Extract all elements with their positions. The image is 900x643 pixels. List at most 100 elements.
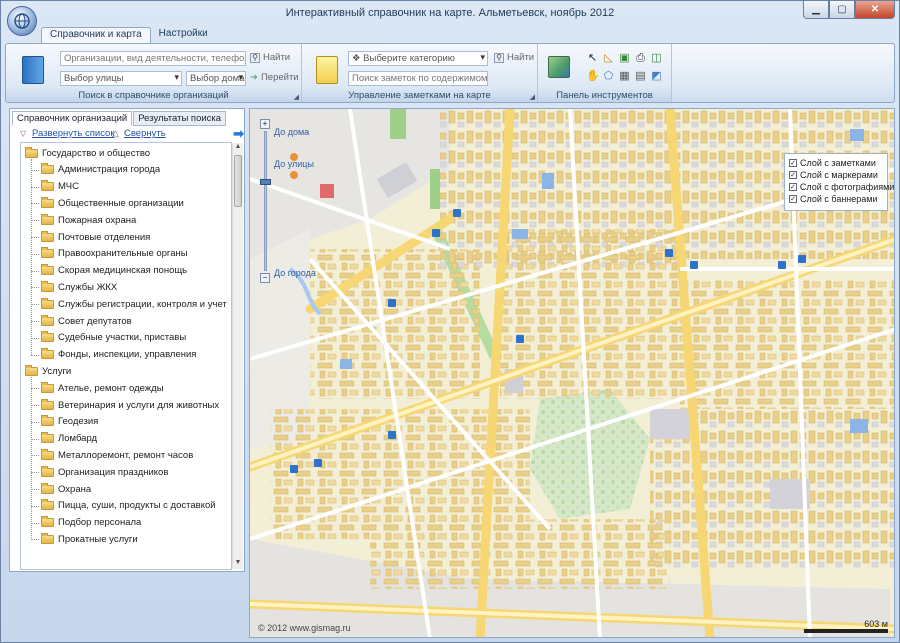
zoom-to-house-link[interactable]: До дома (274, 127, 309, 137)
scroll-down-icon[interactable]: ▼ (233, 559, 243, 569)
zoom-out-icon[interactable]: − (260, 273, 270, 283)
image-icon[interactable]: ▣ (618, 52, 631, 65)
directory-book-icon[interactable] (22, 56, 44, 84)
zoom-in-icon[interactable]: + (260, 119, 270, 129)
folder-icon (41, 499, 54, 511)
layer-panel: ✓ Слой с заметками ✓ Слой с маркерами ✓ Сло… (784, 153, 894, 211)
tree-connector (31, 270, 39, 272)
tree-item[interactable]: Судебные участки, приставы (41, 330, 186, 346)
find-notes-button[interactable]: ⚲ Найти (494, 52, 534, 63)
arrow-right-icon[interactable]: ➡ (233, 126, 244, 142)
tree-connector (31, 169, 39, 171)
map-layers-icon[interactable] (548, 56, 570, 78)
tree-item[interactable]: Общественные организации (41, 195, 184, 211)
ribbon-tabs: Справочник и карта Настройки (41, 27, 216, 43)
layer-markers-toggle[interactable]: ✓ Слой с маркерами (789, 169, 883, 181)
tree-scrollbar[interactable]: ▲ ▼ (232, 143, 243, 569)
tree-item[interactable]: МЧС (41, 179, 79, 195)
tab-org-directory[interactable]: Справочник организаций (12, 111, 133, 126)
scroll-thumb[interactable] (234, 155, 242, 207)
tree-item[interactable]: Совет депутатов (41, 313, 132, 329)
layer-banners-toggle[interactable]: ✓ Слой с баннерами (789, 193, 883, 205)
checkbox-icon[interactable]: ✓ (789, 195, 797, 203)
house-select[interactable]: Выбор дома (186, 71, 246, 86)
category-select[interactable]: ❖ Выберите категорию (348, 51, 488, 66)
expand-icon: ▽ (20, 129, 27, 138)
street-select[interactable]: Выбор улицы (60, 71, 182, 86)
tree-item[interactable]: Администрация города (41, 162, 160, 178)
collapse-link[interactable]: Свернуть (124, 128, 166, 139)
pan-hand-icon[interactable]: ✋ (586, 70, 600, 83)
table-icon[interactable]: ▤ (634, 70, 647, 83)
folder-icon (41, 532, 54, 544)
tree-item[interactable]: Службы ЖКХ (41, 279, 117, 295)
app-menu-button[interactable] (7, 6, 37, 36)
zoom-to-street-link[interactable]: До улицы (274, 159, 314, 169)
checkbox-icon[interactable]: ✓ (789, 171, 797, 179)
area-icon[interactable]: ⬠ (602, 70, 615, 83)
export-icon[interactable]: ◫ (650, 52, 663, 65)
tab-search-results[interactable]: Результаты поиска (133, 111, 227, 126)
expand-list-link[interactable]: Развернуть список (32, 128, 115, 139)
folder-icon (41, 348, 54, 360)
notes-icon[interactable] (316, 56, 338, 84)
dialog-launcher-icon[interactable]: ◢ (530, 93, 535, 101)
print-icon[interactable]: ⎙ (634, 52, 647, 65)
layer-notes-toggle[interactable]: ✓ Слой с заметками (789, 157, 883, 169)
tree-connector (31, 321, 39, 322)
zoom-slider-track[interactable] (264, 131, 267, 271)
tree-connector (31, 304, 39, 306)
grid-icon[interactable]: ▦ (618, 70, 631, 83)
tree-connector (31, 489, 39, 490)
folder-icon (41, 432, 54, 444)
tree-item[interactable]: Фонды, инспекции, управления (41, 347, 196, 363)
tree-item[interactable]: Подбор персонала (41, 515, 141, 531)
minimize-button[interactable]: ▁ (803, 1, 829, 19)
tree-item[interactable]: Металлоремонт, ремонт часов (41, 447, 193, 463)
tree-item[interactable]: Ломбард (41, 431, 97, 447)
folder-icon (41, 213, 54, 225)
tree-item[interactable]: Скорая медицинская понощь (41, 263, 187, 279)
tree-category[interactable]: Государство и общество (25, 145, 150, 161)
folder-icon (41, 280, 54, 292)
tree-item[interactable]: Пицца, суши, продукты с доставкой (41, 498, 216, 514)
search-icon: ⚲ (494, 52, 504, 63)
tree-item[interactable]: Службы регистрации, контроля и учет (41, 296, 227, 312)
directory-panel: Справочник организаций Результаты поиска… (9, 108, 245, 572)
tree-item[interactable]: Ветеринария и услуги для животных (41, 397, 219, 413)
tab-settings[interactable]: Настройки (151, 27, 216, 43)
checkbox-icon[interactable]: ✓ (789, 183, 797, 191)
tree-item[interactable]: Организация праздников (41, 464, 168, 480)
maximize-button[interactable]: ▢ (829, 1, 855, 19)
zoom-to-city-link[interactable]: До города (274, 268, 316, 278)
info-icon[interactable]: ◩ (650, 70, 663, 83)
dialog-launcher-icon[interactable]: ◢ (294, 93, 299, 101)
folder-icon (25, 364, 38, 376)
app-window: Интерактивный справочник на карте. Альме… (0, 0, 900, 643)
window-title: Интерактивный справочник на карте. Альме… (285, 7, 615, 19)
tree-item[interactable]: Почтовые отделения (41, 229, 150, 245)
folder-icon (41, 297, 54, 309)
ruler-icon[interactable]: ◺ (602, 52, 615, 65)
org-search-input[interactable]: Организации, вид деятельности, телефон (60, 51, 246, 66)
tree-item[interactable]: Прокатные услуги (41, 531, 138, 547)
folder-icon (41, 331, 54, 343)
close-button[interactable]: ✕ (855, 1, 895, 19)
scroll-up-icon[interactable]: ▲ (233, 143, 243, 153)
map-view[interactable]: + − До дома До улицы До города ✓ Слой с з… (249, 108, 895, 638)
find-org-button[interactable]: ⚲ Найти (250, 52, 290, 63)
tree-item[interactable]: Правоохранительные органы (41, 246, 188, 262)
tree-item[interactable]: Охрана (41, 481, 91, 497)
tree-item[interactable]: Ателье, ремонт одежды (41, 380, 164, 396)
tree-connector (31, 203, 39, 205)
checkbox-icon[interactable]: ✓ (789, 159, 797, 167)
tree-item[interactable]: Пожарная охрана (41, 212, 136, 228)
pointer-icon[interactable]: ↖ (586, 52, 599, 65)
tab-directory-map[interactable]: Справочник и карта (41, 27, 151, 43)
folder-icon (25, 146, 38, 158)
goto-address-button[interactable]: ➜ Перейти (250, 72, 299, 83)
zoom-slider-thumb[interactable] (260, 179, 271, 185)
layer-photos-toggle[interactable]: ✓ Слой с фотографиями (789, 181, 894, 193)
tree-item[interactable]: Геодезия (41, 414, 98, 430)
note-search-input[interactable]: Поиск заметок по содержимому (348, 71, 488, 86)
